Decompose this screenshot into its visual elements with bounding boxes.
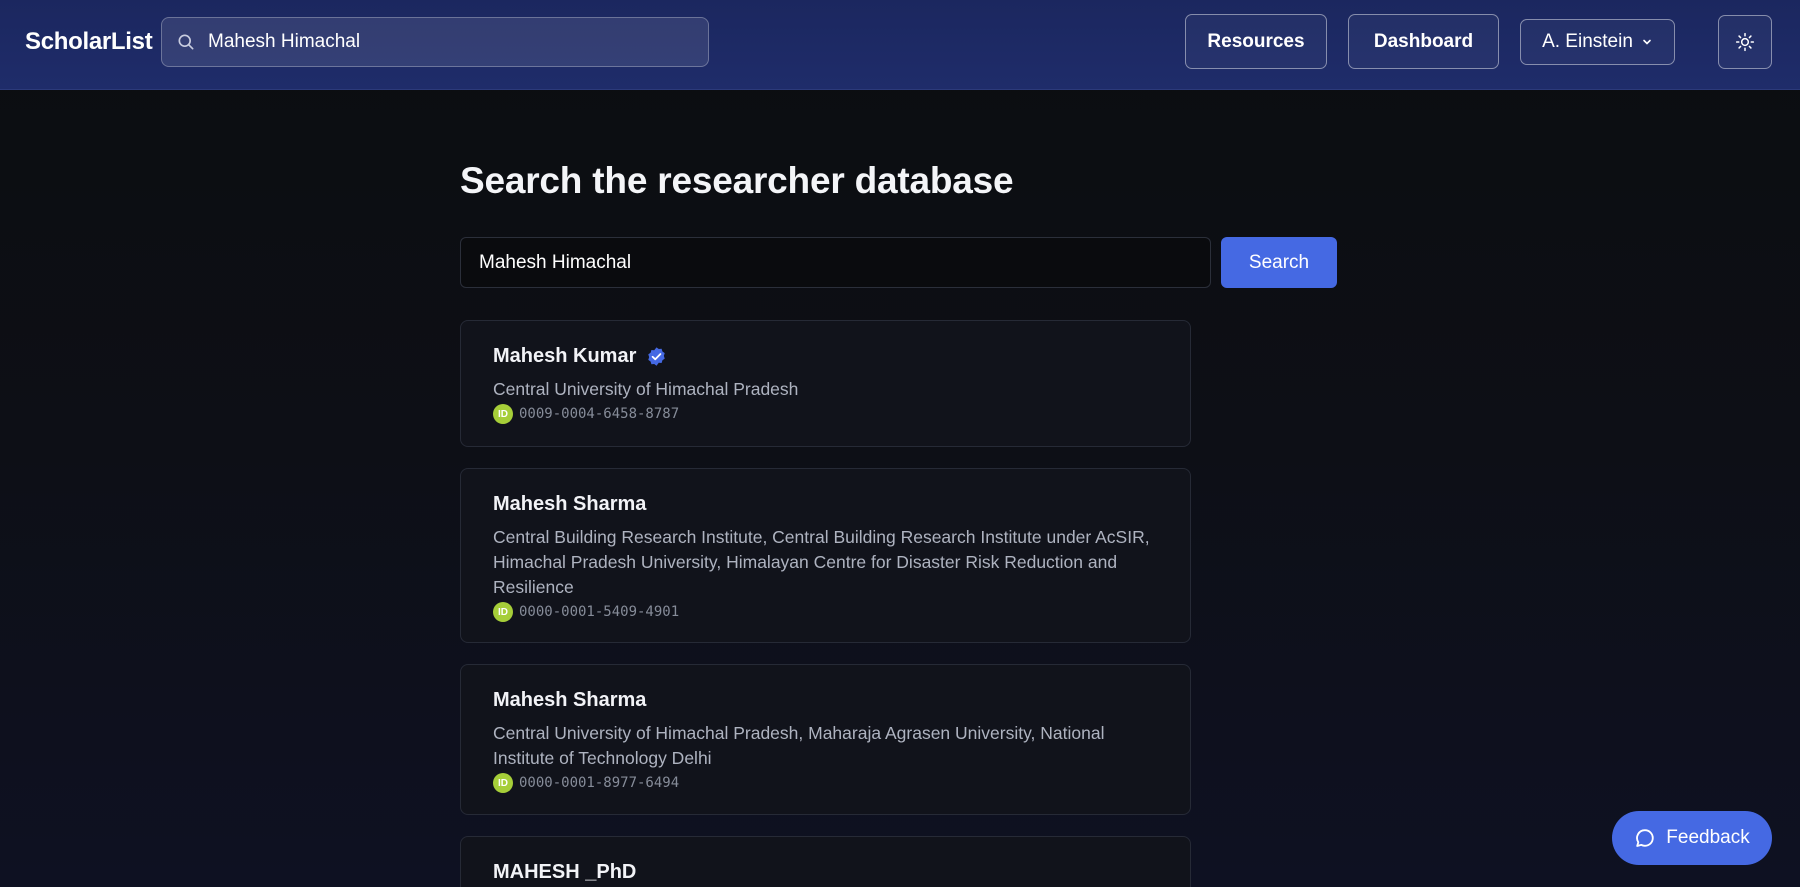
app-logo[interactable]: ScholarList [25,28,153,56]
result-card[interactable]: Mahesh Sharma Central Building Research … [460,468,1191,643]
sun-icon [1735,32,1755,52]
feedback-button[interactable]: Feedback [1612,811,1772,865]
page-title: Search the researcher database [460,160,1014,201]
researcher-name[interactable]: Mahesh Kumar [493,345,636,368]
user-menu-label: A. Einstein [1542,31,1633,52]
verified-check-icon [648,347,666,366]
main-search-box[interactable] [460,237,1211,288]
orcid-icon: ID [493,773,513,793]
main-search-input[interactable] [479,251,1179,274]
header-search-input[interactable] [208,31,688,53]
user-menu-button[interactable]: A. Einstein [1520,19,1675,65]
chevron-down-icon [1643,39,1651,45]
orcid-icon: ID [493,602,513,622]
researcher-name[interactable]: Mahesh Sharma [493,493,646,516]
theme-toggle-button[interactable] [1718,15,1772,69]
orcid-id[interactable]: 0009-0004-6458-8787 [519,406,679,422]
researcher-name[interactable]: MAHESH _PhD [493,861,636,884]
researcher-affiliation: Central University of Himachal Pradesh [493,379,799,399]
search-button[interactable]: Search [1221,237,1337,288]
feedback-label: Feedback [1666,827,1750,848]
resources-button[interactable]: Resources [1185,14,1327,69]
researcher-affiliation: Central University of Himachal Pradesh, … [493,723,1105,768]
search-button-label: Search [1248,251,1310,273]
resources-button-label: Resources [1207,30,1305,52]
orcid-id[interactable]: 0000-0001-5409-4901 [519,604,679,620]
result-card[interactable]: MAHESH _PhD [460,836,1191,887]
researcher-name[interactable]: Mahesh Sharma [493,689,646,712]
orcid-id[interactable]: 0000-0001-8977-6494 [519,775,679,791]
orcid-row: ID 0009-0004-6458-8787 [493,404,1158,424]
chat-bubble-icon [1636,829,1654,847]
orcid-row: ID 0000-0001-5409-4901 [493,602,1158,622]
orcid-icon: ID [493,404,513,424]
result-card[interactable]: Mahesh Sharma Central University of Hima… [460,664,1191,815]
top-navbar: ScholarList Resources Dashboard A. Einst… [0,0,1800,90]
dashboard-button-label: Dashboard [1373,30,1474,52]
orcid-row: ID 0000-0001-8977-6494 [493,773,1158,793]
search-icon [178,34,194,50]
researcher-affiliation: Central Building Research Institute, Cen… [493,527,1150,597]
header-search-box[interactable] [161,17,709,67]
result-card[interactable]: Mahesh Kumar Central University of Himac… [460,320,1191,447]
dashboard-button[interactable]: Dashboard [1348,14,1499,69]
